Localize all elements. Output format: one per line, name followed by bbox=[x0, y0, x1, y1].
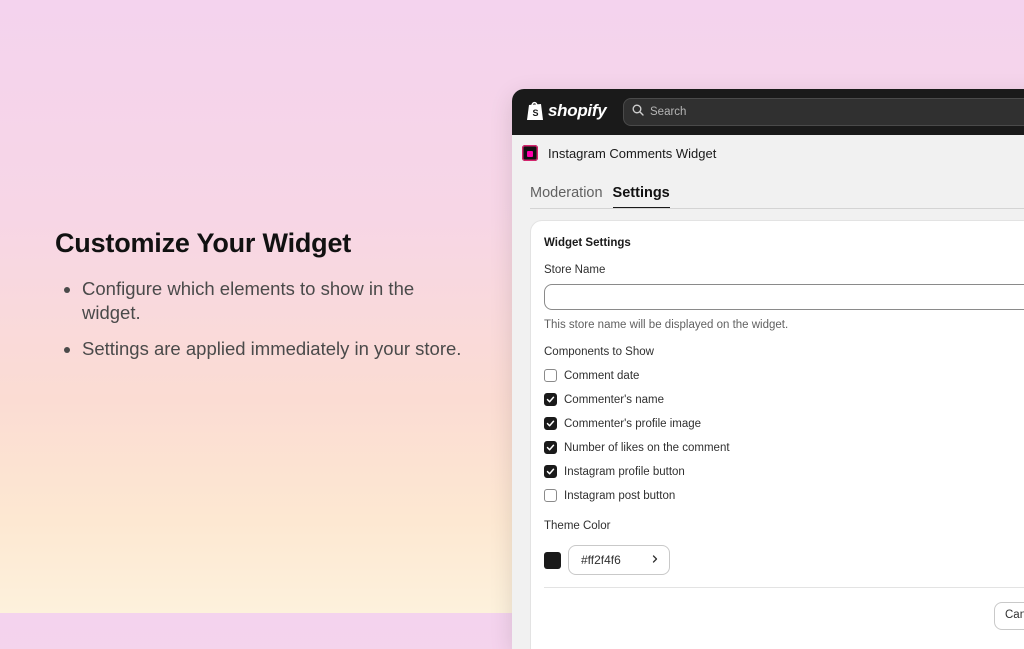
promo-bullet: Settings are applied immediately in your… bbox=[82, 337, 475, 361]
cancel-button[interactable]: Can bbox=[994, 602, 1024, 630]
card-footer-divider bbox=[544, 587, 1024, 588]
svg-text:S: S bbox=[533, 108, 539, 118]
shopify-admin-window: S shopify Search Instagram Comments Widg… bbox=[512, 89, 1024, 649]
admin-search-bar[interactable]: Search bbox=[623, 98, 1024, 126]
checkbox[interactable] bbox=[544, 369, 557, 382]
checkbox-number-of-likes[interactable]: Number of likes on the comment bbox=[544, 441, 730, 454]
promo-bullet: Configure which elements to show in the … bbox=[82, 277, 475, 325]
checkmark-icon bbox=[546, 420, 555, 427]
checkbox-instagram-profile-button[interactable]: Instagram profile button bbox=[544, 465, 685, 478]
shopify-bag-icon: S bbox=[526, 100, 544, 121]
logo-wordmark: shopify bbox=[548, 100, 607, 120]
checkbox[interactable] bbox=[544, 393, 557, 406]
checkbox[interactable] bbox=[544, 489, 557, 502]
card-title: Widget Settings bbox=[544, 237, 631, 249]
theme-color-field[interactable]: #ff2f4f6 bbox=[568, 545, 670, 575]
widget-settings-card: Widget Settings Store Name This store na… bbox=[530, 220, 1024, 649]
promo-heading: Customize Your Widget bbox=[55, 228, 352, 258]
app-title: Instagram Comments Widget bbox=[548, 145, 717, 161]
checkmark-icon bbox=[546, 396, 555, 403]
checkbox-commenter-name[interactable]: Commenter's name bbox=[544, 393, 664, 406]
checkbox-label: Instagram post button bbox=[564, 489, 676, 502]
checkbox-label: Commenter's name bbox=[564, 393, 664, 406]
checkmark-icon bbox=[546, 468, 555, 475]
tab-divider bbox=[530, 208, 1024, 209]
search-placeholder: Search bbox=[650, 106, 687, 118]
store-name-help: This store name will be displayed on the… bbox=[544, 319, 789, 331]
shopify-logo[interactable]: S shopify bbox=[526, 100, 607, 121]
app-title-bar: Instagram Comments Widget bbox=[522, 145, 716, 161]
checkbox-label: Commenter's profile image bbox=[564, 417, 702, 430]
checkbox[interactable] bbox=[544, 465, 557, 478]
checkmark-icon bbox=[546, 444, 555, 451]
checkbox-commenter-profile-image[interactable]: Commenter's profile image bbox=[544, 417, 701, 430]
components-label: Components to Show bbox=[544, 346, 654, 358]
checkbox-label: Instagram profile button bbox=[564, 465, 685, 478]
theme-color-value: #ff2f4f6 bbox=[581, 553, 621, 567]
checkbox-comment-date[interactable]: Comment date bbox=[544, 369, 639, 382]
checkbox-label: Comment date bbox=[564, 369, 640, 382]
tab-moderation[interactable]: Moderation bbox=[530, 185, 603, 209]
chevron-right-icon bbox=[651, 553, 659, 567]
theme-color-label: Theme Color bbox=[544, 520, 611, 532]
store-name-input[interactable] bbox=[544, 284, 1024, 310]
search-icon bbox=[632, 103, 644, 121]
admin-topbar: S shopify Search bbox=[512, 89, 1024, 135]
tab-bar: Moderation Settings bbox=[530, 185, 670, 209]
checkbox[interactable] bbox=[544, 417, 557, 430]
checkbox-instagram-post-button[interactable]: Instagram post button bbox=[544, 489, 675, 502]
tab-settings[interactable]: Settings bbox=[612, 185, 670, 209]
promo-bullet-list: Configure which elements to show in the … bbox=[55, 277, 475, 361]
promo-panel: Customize Your Widget Configure which el… bbox=[55, 228, 475, 373]
checkbox[interactable] bbox=[544, 441, 557, 454]
checkbox-label: Number of likes on the comment bbox=[564, 441, 730, 454]
app-icon bbox=[522, 145, 538, 161]
store-name-label: Store Name bbox=[544, 264, 606, 276]
theme-color-swatch[interactable] bbox=[544, 552, 561, 569]
